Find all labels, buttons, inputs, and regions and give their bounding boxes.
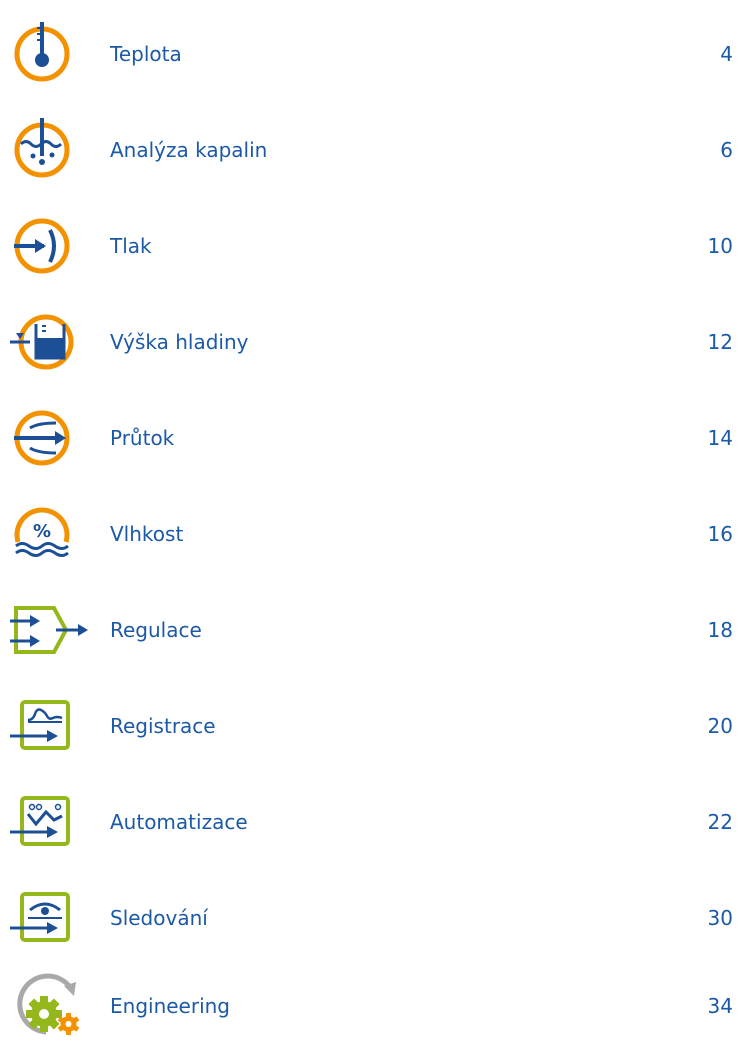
- toc-label[interactable]: Průtok: [110, 426, 174, 450]
- control-icon: [6, 590, 90, 670]
- toc-row-tlak[interactable]: Tlak 10: [0, 206, 741, 286]
- toc-page-number: 18: [707, 618, 733, 642]
- toc-page-number: 16: [707, 522, 733, 546]
- monitoring-icon: [6, 878, 90, 958]
- toc-row-engineering[interactable]: Engineering 34: [0, 966, 741, 1046]
- toc-row-analyza-kapalin[interactable]: Analýza kapalin 6: [0, 110, 741, 190]
- recording-icon: [6, 686, 90, 766]
- toc-row-teplota[interactable]: Teplota 4: [0, 14, 741, 94]
- toc-page-number: 12: [707, 330, 733, 354]
- automation-icon: [6, 782, 90, 862]
- engineering-icon: [6, 966, 90, 1046]
- liquid-analysis-icon: [6, 110, 90, 190]
- toc-label[interactable]: Tlak: [110, 234, 152, 258]
- toc-page-number: 34: [707, 994, 733, 1018]
- toc-label[interactable]: Registrace: [110, 714, 216, 738]
- flow-icon: [6, 398, 90, 478]
- toc-label[interactable]: Sledování: [110, 906, 208, 930]
- humidity-icon: %: [6, 494, 90, 574]
- level-icon: [6, 302, 90, 382]
- toc-label[interactable]: Automatizace: [110, 810, 248, 834]
- toc-page-number: 14: [707, 426, 733, 450]
- toc-label[interactable]: Výška hladiny: [110, 330, 249, 354]
- toc-row-sledovani[interactable]: Sledování 30: [0, 878, 741, 958]
- toc-row-regulace[interactable]: Regulace 18: [0, 590, 741, 670]
- toc-page-number: 10: [707, 234, 733, 258]
- toc-label[interactable]: Analýza kapalin: [110, 138, 267, 162]
- toc-page-number: 30: [707, 906, 733, 930]
- svg-text:%: %: [33, 521, 51, 542]
- toc-label[interactable]: Teplota: [110, 42, 182, 66]
- toc-label[interactable]: Vlhkost: [110, 522, 183, 546]
- toc-row-prutok[interactable]: Průtok 14: [0, 398, 741, 478]
- toc-page-number: 22: [707, 810, 733, 834]
- toc-page-number: 6: [720, 138, 733, 162]
- toc-row-vyska-hladiny[interactable]: Výška hladiny 12: [0, 302, 741, 382]
- toc-label[interactable]: Engineering: [110, 994, 230, 1018]
- toc-row-registrace[interactable]: Registrace 20: [0, 686, 741, 766]
- toc-page-number: 4: [720, 42, 733, 66]
- toc-row-vlhkost[interactable]: % Vlhkost 16: [0, 494, 741, 574]
- toc-label[interactable]: Regulace: [110, 618, 202, 642]
- thermometer-icon: [6, 14, 90, 94]
- toc-row-automatizace[interactable]: Automatizace 22: [0, 782, 741, 862]
- pressure-icon: [6, 206, 90, 286]
- toc-page-number: 20: [707, 714, 733, 738]
